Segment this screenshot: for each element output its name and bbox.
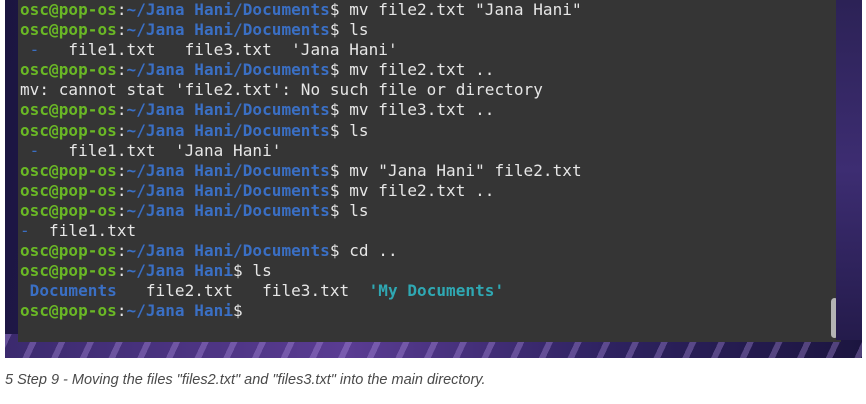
- prompt-user: osc@pop-os: [20, 160, 117, 180]
- terminal-line: - file1.txt 'Jana Hani': [20, 141, 825, 161]
- terminal-line: osc@pop-os:~/Jana Hani/Documents$ mv fil…: [20, 100, 825, 120]
- terminal-line: mv: cannot stat 'file2.txt': No such fil…: [20, 80, 825, 100]
- command-text: mv file2.txt ..: [349, 180, 495, 200]
- prompt-separator: :: [116, 180, 127, 200]
- prompt-dollar: $: [233, 301, 253, 321]
- prompt-path: ~/Jana Hani/Documents: [126, 60, 330, 80]
- prompt-dollar: $: [329, 100, 350, 120]
- terminal-line: osc@pop-os:~/Jana Hani/Documents$ mv fil…: [20, 60, 825, 80]
- prompt-path: ~/Jana Hani/Documents: [126, 160, 330, 180]
- terminal-line: - file1.txt: [20, 221, 825, 241]
- terminal-output[interactable]: osc@pop-os:~/Jana Hani/Documents$ mv fil…: [20, 0, 825, 322]
- output-text: mv: cannot stat 'file2.txt': No such fil…: [20, 80, 543, 100]
- prompt-separator: :: [116, 160, 127, 180]
- list-dash: -: [20, 140, 40, 160]
- prompt-path: ~/Jana Hani/Documents: [126, 0, 330, 19]
- terminal-line: Documents file2.txt file3.txt 'My Docume…: [20, 281, 825, 301]
- prompt-path: ~/Jana Hani/Documents: [126, 100, 330, 120]
- prompt-user: osc@pop-os: [20, 0, 117, 19]
- terminal-line: osc@pop-os:~/Jana Hani/Documents$ ls: [20, 20, 825, 40]
- prompt-dollar: $: [329, 0, 350, 19]
- terminal-line: osc@pop-os:~/Jana Hani$ ls: [20, 261, 825, 281]
- prompt-dollar: $: [233, 261, 253, 281]
- command-text: mv file2.txt "Jana Hani": [349, 0, 582, 19]
- scrollbar-thumb[interactable]: [831, 298, 838, 338]
- prompt-user: osc@pop-os: [20, 20, 117, 40]
- terminal-line: osc@pop-os:~/Jana Hani$: [20, 301, 825, 321]
- terminal-line: osc@pop-os:~/Jana Hani/Documents$ cd ..: [20, 241, 825, 261]
- command-text: mv file3.txt ..: [349, 100, 495, 120]
- terminal-line: osc@pop-os:~/Jana Hani/Documents$ mv "Ja…: [20, 161, 825, 181]
- list-dash: -: [20, 221, 30, 241]
- output-text: file1.txt: [29, 221, 137, 241]
- prompt-separator: :: [116, 261, 127, 281]
- prompt-user: osc@pop-os: [20, 180, 117, 200]
- listing-entry: 'My Documents': [349, 281, 505, 301]
- prompt-path: ~/Jana Hani/Documents: [126, 120, 330, 140]
- prompt-dollar: $: [329, 241, 350, 261]
- prompt-separator: :: [116, 60, 127, 80]
- prompt-user: osc@pop-os: [20, 261, 117, 281]
- prompt-separator: :: [116, 0, 127, 19]
- listing-entry: Documents: [20, 281, 117, 301]
- prompt-path: ~/Jana Hani/Documents: [126, 20, 330, 40]
- prompt-path: ~/Jana Hani/Documents: [126, 200, 330, 220]
- prompt-user: osc@pop-os: [20, 100, 117, 120]
- listing-entry: file2.txt: [116, 281, 234, 301]
- output-text: file1.txt 'Jana Hani': [39, 140, 282, 160]
- prompt-path: ~/Jana Hani/Documents: [126, 180, 330, 200]
- prompt-separator: :: [116, 241, 127, 261]
- terminal-line: osc@pop-os:~/Jana Hani/Documents$ ls: [20, 121, 825, 141]
- prompt-dollar: $: [329, 60, 350, 80]
- prompt-dollar: $: [329, 20, 350, 40]
- terminal-line: osc@pop-os:~/Jana Hani/Documents$ mv fil…: [20, 181, 825, 201]
- listing-entry: file3.txt: [233, 281, 350, 301]
- prompt-dollar: $: [329, 160, 350, 180]
- command-text: ls: [349, 200, 369, 220]
- prompt-separator: :: [116, 20, 127, 40]
- terminal-line: - file1.txt file3.txt 'Jana Hani': [20, 40, 825, 60]
- terminal-scrollbar[interactable]: [831, 4, 839, 338]
- prompt-separator: :: [116, 100, 127, 120]
- output-text: file1.txt file3.txt 'Jana Hani': [39, 40, 398, 60]
- screenshot-frame: osc@pop-os:~/Jana Hani/Documents$ mv fil…: [5, 0, 862, 358]
- terminal-line: osc@pop-os:~/Jana Hani/Documents$ mv fil…: [20, 0, 825, 20]
- prompt-user: osc@pop-os: [20, 60, 117, 80]
- prompt-separator: :: [116, 301, 127, 321]
- command-text: cd ..: [349, 241, 398, 261]
- terminal-line: osc@pop-os:~/Jana Hani/Documents$ ls: [20, 201, 825, 221]
- prompt-path: ~/Jana Hani/Documents: [126, 241, 330, 261]
- prompt-user: osc@pop-os: [20, 241, 117, 261]
- prompt-dollar: $: [329, 180, 350, 200]
- prompt-user: osc@pop-os: [20, 301, 117, 321]
- prompt-separator: :: [116, 200, 127, 220]
- prompt-dollar: $: [329, 120, 350, 140]
- command-text: ls: [349, 120, 369, 140]
- command-text: mv "Jana Hani" file2.txt: [349, 160, 582, 180]
- list-dash: -: [20, 40, 40, 60]
- prompt-path: ~/Jana Hani: [126, 301, 234, 321]
- terminal-window[interactable]: osc@pop-os:~/Jana Hani/Documents$ mv fil…: [18, 0, 841, 342]
- prompt-path: ~/Jana Hani: [126, 261, 234, 281]
- command-text: ls: [252, 261, 272, 281]
- prompt-user: osc@pop-os: [20, 200, 117, 220]
- figure-caption: 5 Step 9 - Moving the files "files2.txt"…: [5, 372, 486, 388]
- prompt-separator: :: [116, 120, 127, 140]
- command-text: mv file2.txt ..: [349, 60, 495, 80]
- prompt-user: osc@pop-os: [20, 120, 117, 140]
- prompt-dollar: $: [329, 200, 350, 220]
- command-text: ls: [349, 20, 369, 40]
